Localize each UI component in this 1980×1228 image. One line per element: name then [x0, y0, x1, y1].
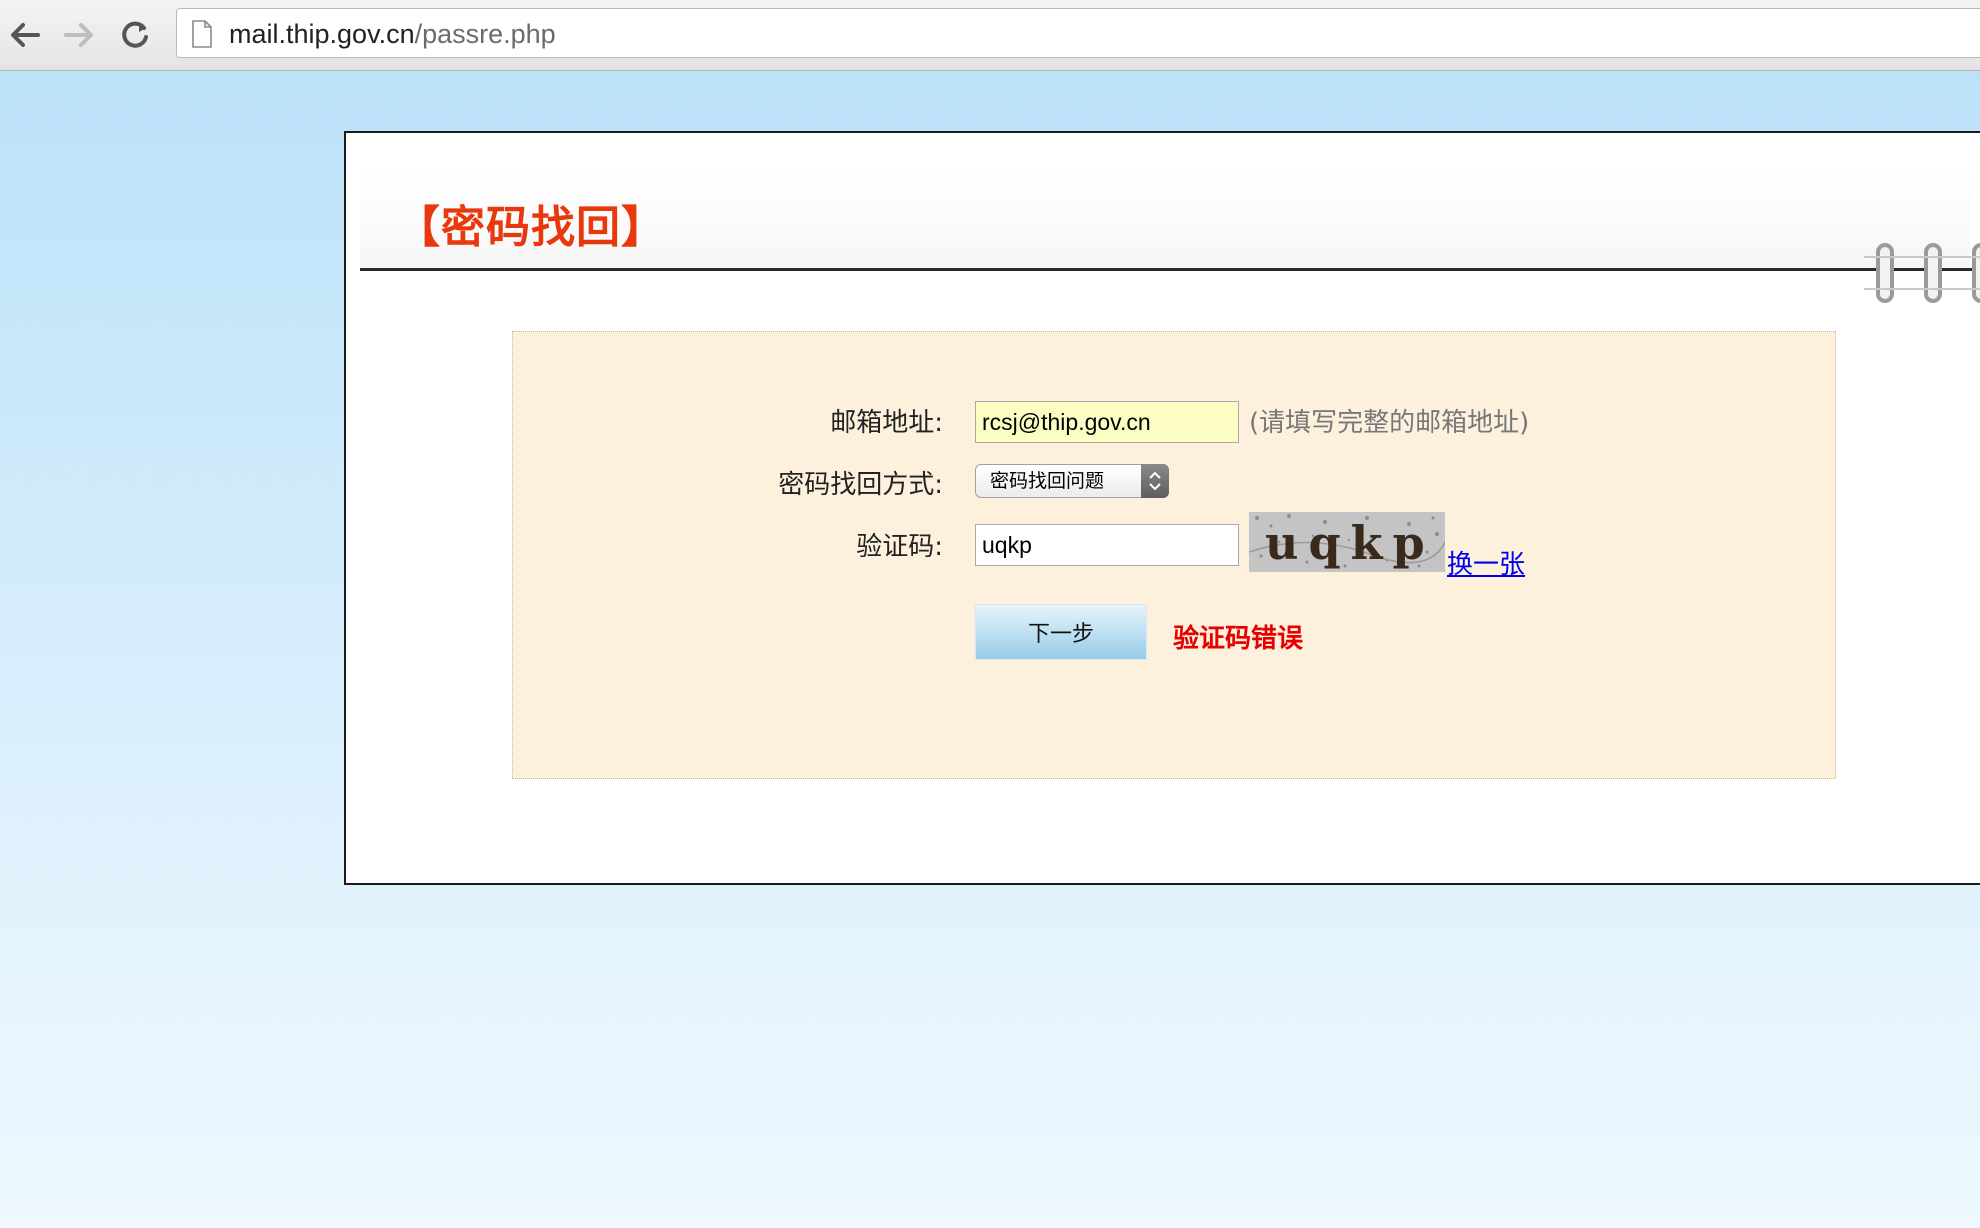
password-recovery-panel: 【密码找回】 邮箱地址: rcsj@thip.gov.cn (请填写完整的邮箱地…	[344, 131, 1980, 885]
captcha-text: uqkp	[1265, 516, 1435, 570]
captcha-error-message: 验证码错误	[1173, 624, 1304, 654]
reload-icon	[122, 21, 148, 48]
binder-rings-icon	[1864, 243, 1980, 303]
recovery-method-select[interactable]: 密码找回问题	[975, 464, 1169, 498]
url-text: mail.thip.gov.cn/passre.php	[229, 19, 556, 50]
recovery-form: 邮箱地址: rcsj@thip.gov.cn (请填写完整的邮箱地址) 密码找回…	[512, 331, 1836, 779]
email-hint: (请填写完整的邮箱地址)	[1249, 408, 1530, 438]
url-host: mail.thip.gov.cn	[229, 19, 415, 49]
forward-button[interactable]	[56, 12, 102, 58]
email-input[interactable]: rcsj@thip.gov.cn	[975, 401, 1239, 443]
forward-arrow-icon	[64, 23, 93, 47]
url-path: /passre.php	[414, 19, 556, 49]
address-bar[interactable]: mail.thip.gov.cn/passre.php	[176, 8, 1980, 58]
method-label: 密码找回方式:	[778, 470, 943, 500]
captcha-image: uqkp	[1249, 512, 1445, 572]
recovery-method-value: 密码找回问题	[990, 470, 1105, 492]
back-arrow-icon	[11, 23, 40, 47]
captcha-label: 验证码:	[856, 532, 943, 562]
page-icon	[192, 20, 212, 48]
title-divider	[360, 268, 1980, 271]
back-button[interactable]	[2, 12, 48, 58]
select-arrows-icon	[1141, 464, 1169, 498]
next-step-button[interactable]: 下一步	[975, 604, 1147, 660]
page-title: 【密码找回】	[396, 202, 666, 253]
browser-toolbar: mail.thip.gov.cn/passre.php	[0, 0, 1980, 71]
email-label: 邮箱地址:	[830, 408, 943, 438]
captcha-input[interactable]: uqkp	[975, 524, 1239, 566]
refresh-captcha-link[interactable]: 换一张	[1447, 544, 1525, 581]
reload-button[interactable]	[112, 12, 158, 58]
